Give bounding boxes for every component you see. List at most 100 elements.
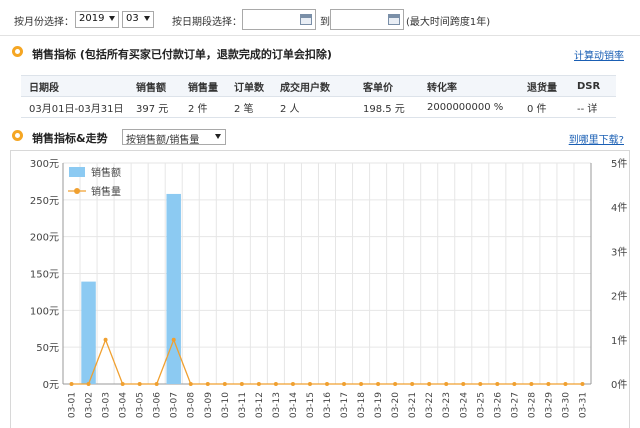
- x-tick-label: 03-14: [289, 392, 299, 418]
- x-tick-label: 03-21: [408, 392, 418, 418]
- month-select-value: 03: [126, 13, 139, 24]
- table-cell: 2000000000 %: [419, 96, 519, 118]
- chart-line-point: [529, 382, 534, 386]
- col-header: 日期段: [21, 75, 128, 97]
- bullet-icon: [12, 46, 23, 57]
- chart-line-point: [444, 382, 449, 386]
- chart-line-point: [273, 382, 278, 386]
- download-link[interactable]: 到哪里下载?: [569, 131, 624, 146]
- chevron-down-icon: [215, 134, 221, 139]
- chevron-down-icon: [144, 16, 150, 21]
- metrics-note: (包括所有买家已付款订单，退款完成的订单会扣除): [79, 48, 332, 61]
- calc-turnover-link[interactable]: 计算动销率: [574, 47, 624, 62]
- metrics-title-text: 销售指标: [32, 48, 76, 61]
- x-tick-label: 03-10: [221, 392, 231, 418]
- x-tick-label: 03-07: [170, 392, 180, 418]
- chart-line-point: [410, 382, 415, 386]
- x-tick-label: 03-22: [425, 392, 435, 418]
- x-tick-label: 03-01: [68, 392, 78, 418]
- chart-line-point: [478, 382, 483, 386]
- chart-line-point: [359, 382, 364, 386]
- chart-mode-value: 按销售额/销售量: [126, 135, 200, 146]
- chart-line-point: [376, 382, 381, 386]
- y-right-tick-label: 2件: [611, 291, 627, 303]
- to-label: 到: [320, 17, 330, 28]
- chart-line-point: [342, 382, 347, 386]
- chart-bar: [166, 193, 181, 384]
- y-right-tick-label: 3件: [611, 246, 627, 258]
- calendar-icon[interactable]: [300, 14, 312, 25]
- chart-line-point: [205, 382, 210, 386]
- chart-line-point: [461, 382, 466, 386]
- range-label: 按日期段选择：: [172, 17, 242, 28]
- x-tick-label: 03-04: [119, 392, 129, 418]
- x-tick-label: 03-06: [153, 392, 163, 418]
- calendar-icon[interactable]: [388, 14, 400, 25]
- table-cell: 0 件: [519, 96, 569, 118]
- dsr-detail-link[interactable]: -- 详: [569, 96, 616, 118]
- x-tick-label: 03-27: [510, 392, 520, 418]
- chart-line-point: [239, 382, 244, 386]
- x-tick-label: 03-02: [85, 392, 95, 418]
- col-header: 销售额: [128, 75, 180, 97]
- chart-line-point: [120, 382, 125, 386]
- x-tick-label: 03-29: [544, 392, 554, 418]
- x-tick-label: 03-09: [204, 392, 214, 418]
- table-cell: 2 件: [180, 96, 226, 118]
- y-left-tick-label: 150元: [30, 270, 59, 281]
- x-tick-label: 03-31: [578, 392, 588, 418]
- x-tick-label: 03-03: [102, 392, 112, 418]
- year-select-value: 2019: [79, 13, 105, 24]
- table-cell: 2 笔: [226, 96, 272, 118]
- x-tick-label: 03-30: [561, 392, 571, 418]
- chart-mode-select[interactable]: 按销售额/销售量: [122, 129, 226, 146]
- trend-chart: 0元 50元 100元 150元 200元 250元 300元 0件 1件 2件 3件 4件 5件 03-…: [10, 150, 630, 428]
- x-tick-label: 03-05: [136, 392, 146, 418]
- x-tick-label: 03-17: [340, 392, 350, 418]
- chart-line-point: [580, 382, 585, 386]
- y-right-tick-label: 5件: [611, 158, 627, 170]
- chart-line-point: [69, 382, 74, 386]
- chart-line-point: [154, 382, 159, 386]
- x-tick-label: 03-19: [374, 392, 384, 418]
- chart-line-point: [495, 382, 500, 386]
- month-select[interactable]: 03: [122, 11, 154, 28]
- col-header: 退货量: [519, 75, 569, 97]
- y-right-tick-label: 1件: [611, 335, 627, 347]
- x-tick-label: 03-25: [476, 392, 486, 418]
- table-row: 03月01日-03月31日 397 元 2 件 2 笔 2 人 198.5 元 …: [21, 96, 616, 118]
- x-tick-label: 03-16: [323, 392, 333, 418]
- filter-bar: 按月份选择： 2019 03 按日期段选择： 到 (最大时间跨度1年): [0, 0, 640, 36]
- col-header: 成交用户数: [272, 75, 355, 97]
- table-header-row: 日期段 销售额 销售量 订单数 成交用户数 客单价 转化率 退货量 DSR: [21, 75, 616, 97]
- chart-line-point: [512, 382, 517, 386]
- end-date-input[interactable]: [330, 9, 404, 30]
- chart-line-point: [137, 382, 142, 386]
- trend-title: 销售指标&走势: [32, 132, 108, 145]
- x-tick-label: 03-08: [187, 392, 197, 418]
- col-header: 转化率: [419, 75, 519, 97]
- chart-line-point: [290, 382, 295, 386]
- x-tick-label: 03-24: [459, 392, 469, 418]
- chart-line-point: [222, 382, 227, 386]
- y-right-tick-label: 4件: [611, 202, 627, 214]
- legend-swatch-point: [74, 188, 80, 194]
- x-tick-label: 03-11: [238, 392, 248, 418]
- chart-line-point: [325, 382, 329, 386]
- x-tick-label: 03-23: [442, 392, 452, 418]
- y-left-tick-label: 250元: [30, 196, 59, 207]
- chart-line-point: [103, 337, 108, 342]
- start-date-input[interactable]: [242, 9, 316, 30]
- legend-label: 销售额: [91, 166, 121, 179]
- chevron-down-icon: [109, 16, 115, 21]
- chart-line-point: [256, 382, 261, 386]
- y-left-tick-label: 300元: [30, 159, 59, 170]
- trend-section-header: 销售指标&走势 到哪里下载?: [10, 127, 630, 147]
- y-left-tick-label: 100元: [30, 306, 59, 317]
- col-header: 销售量: [180, 75, 226, 97]
- chart-svg: 0元 50元 100元 150元 200元 250元 300元 0件 1件 2件 3件 4件 5件 03-…: [30, 158, 627, 418]
- chart-line-point: [427, 382, 432, 386]
- metrics-section-header: 销售指标 (包括所有买家已付款订单，退款完成的订单会扣除) 计算动销率: [10, 43, 630, 63]
- month-label: 按月份选择：: [14, 17, 74, 28]
- year-select[interactable]: 2019: [75, 11, 119, 28]
